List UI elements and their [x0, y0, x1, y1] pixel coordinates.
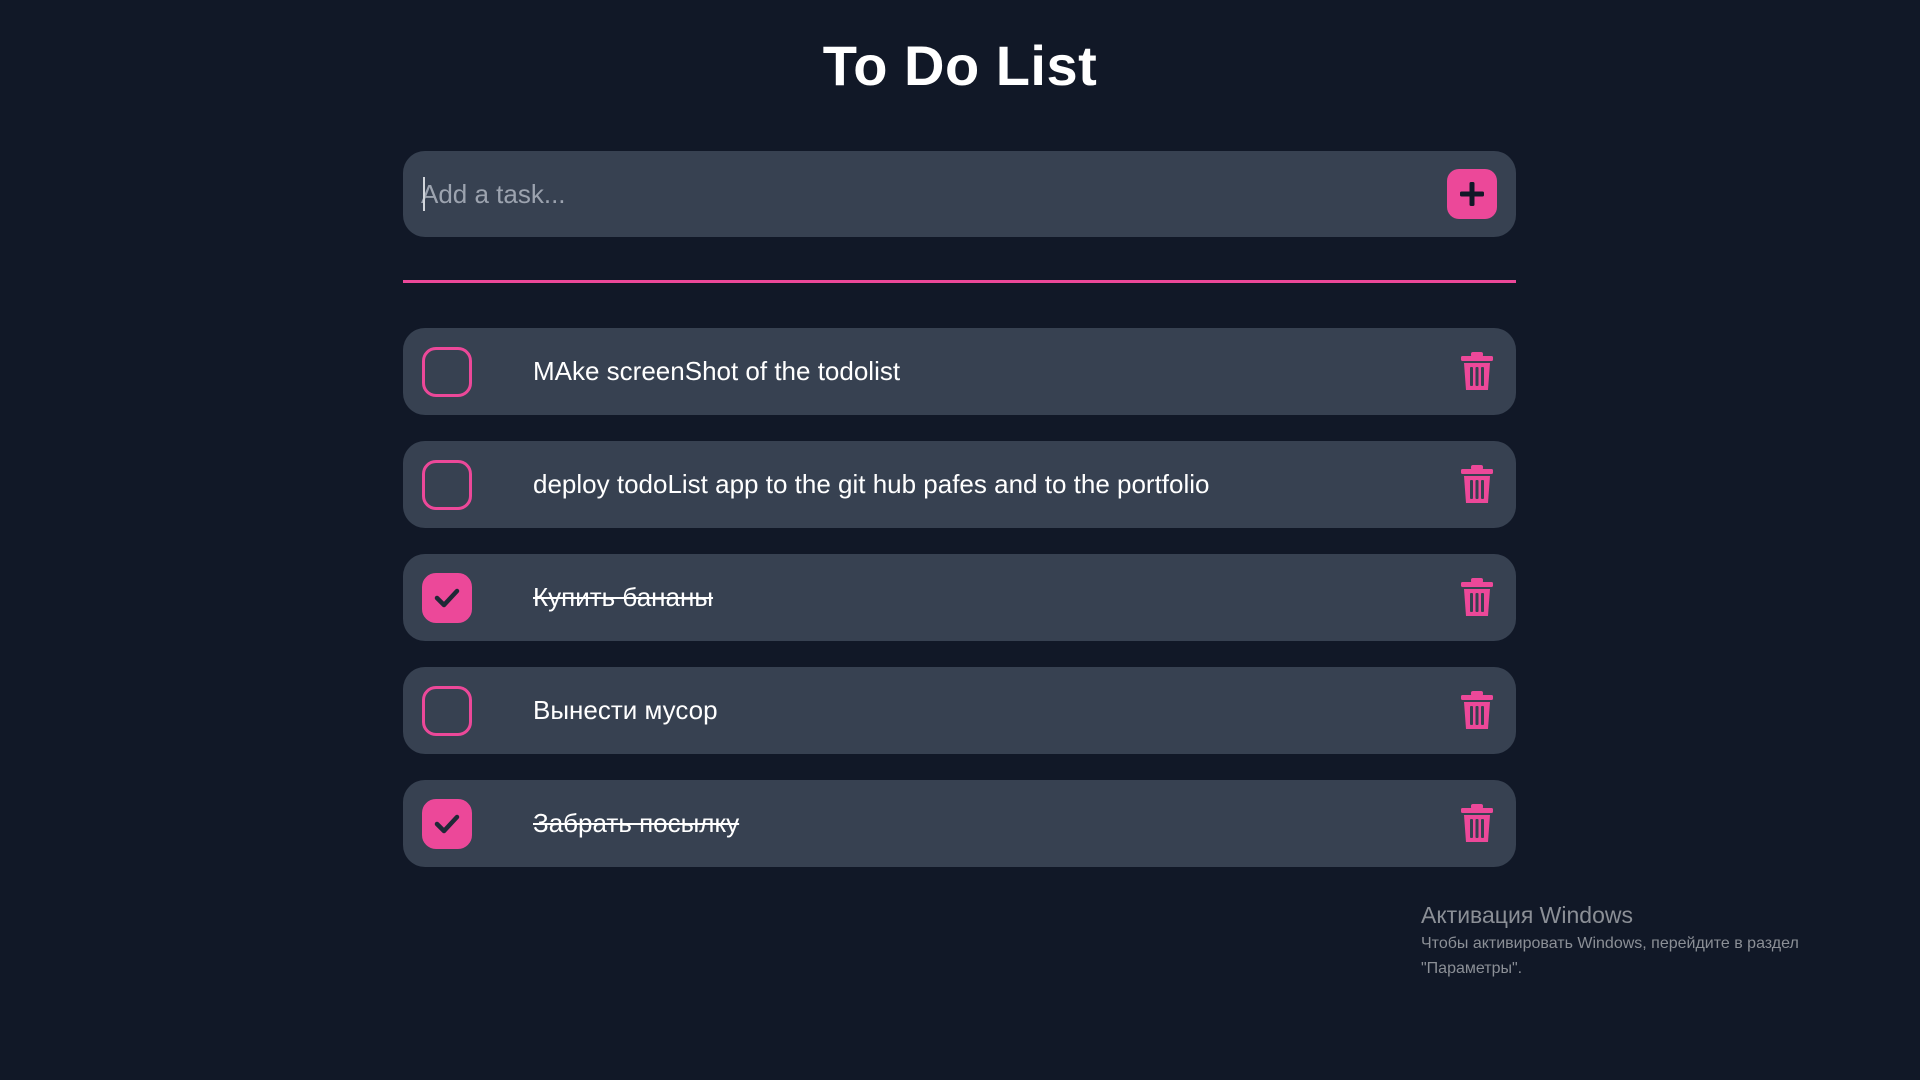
task-text: MAke screenShot of the todolist	[533, 356, 901, 386]
task-checkbox[interactable]	[422, 573, 472, 623]
task-text: deploy todoList app to the git hub pafes…	[533, 469, 1210, 499]
delete-task-button[interactable]	[1457, 461, 1497, 507]
trash-icon	[1461, 352, 1493, 390]
page-title: To Do List	[822, 34, 1098, 97]
windows-activation-watermark: Активация Windows Чтобы активировать Win…	[1421, 899, 1861, 981]
watermark-title: Активация Windows	[1421, 902, 1633, 928]
delete-task-button[interactable]	[1457, 800, 1497, 846]
delete-task-button[interactable]	[1457, 687, 1497, 733]
trash-icon	[1461, 465, 1493, 503]
task-text: Вынести мусор	[533, 695, 718, 725]
task-checkbox[interactable]	[422, 686, 472, 736]
check-icon	[434, 814, 460, 834]
divider	[403, 280, 1516, 283]
task-item: Купить бананы	[403, 554, 1516, 641]
plus-icon	[1460, 182, 1484, 206]
add-task-button[interactable]	[1447, 169, 1497, 219]
add-task-input[interactable]	[421, 151, 1421, 237]
trash-icon	[1461, 804, 1493, 842]
task-item: MAke screenShot of the todolist	[403, 328, 1516, 415]
task-item: deploy todoList app to the git hub pafes…	[403, 441, 1516, 528]
task-item: Забрать посылку	[403, 780, 1516, 867]
text-caret	[423, 177, 425, 211]
todo-app: To Do List MAke screenShot of the todoli…	[0, 0, 1920, 1080]
task-list: MAke screenShot of the todolist deploy t…	[403, 328, 1516, 893]
add-task-bar	[403, 151, 1516, 237]
trash-icon	[1461, 578, 1493, 616]
delete-task-button[interactable]	[1457, 348, 1497, 394]
task-checkbox[interactable]	[422, 460, 472, 510]
task-item: Вынести мусор	[403, 667, 1516, 754]
check-icon	[434, 588, 460, 608]
task-checkbox[interactable]	[422, 799, 472, 849]
task-text: Купить бананы	[533, 582, 714, 612]
task-text: Забрать посылку	[533, 808, 740, 838]
watermark-text: Чтобы активировать Windows, перейдите в …	[1421, 935, 1799, 977]
delete-task-button[interactable]	[1457, 574, 1497, 620]
task-checkbox[interactable]	[422, 347, 472, 397]
trash-icon	[1461, 691, 1493, 729]
